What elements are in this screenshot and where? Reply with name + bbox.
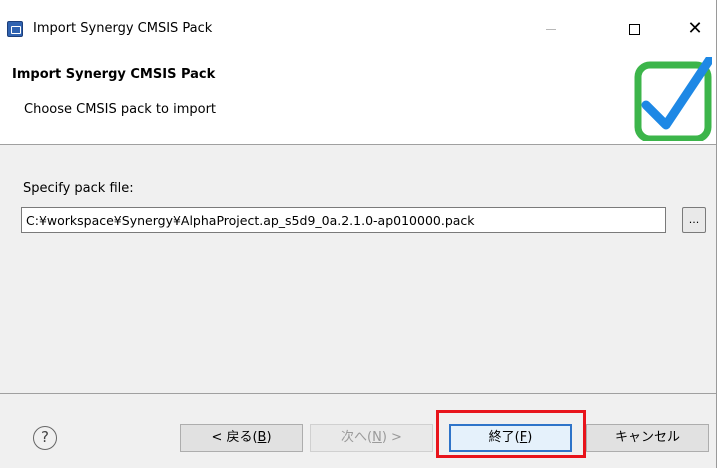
back-label-end: ) [266, 430, 272, 445]
next-label-end: ) > [381, 430, 402, 445]
pack-file-label: Specify pack file: [23, 181, 134, 196]
banner-description: Choose CMSIS pack to import [24, 102, 217, 117]
back-button[interactable]: < 戻る(B) [180, 424, 303, 452]
wizard-content: Specify pack file: ... [0, 145, 716, 393]
next-mnemonic: N [372, 430, 382, 445]
checkmark-logo [634, 57, 712, 141]
help-icon[interactable]: ? [33, 426, 57, 450]
eclipse-app-icon [7, 21, 23, 37]
close-icon: ✕ [687, 18, 703, 39]
import-dialog: Import Synergy CMSIS Pack ✕ Import Syner… [0, 0, 717, 468]
window-title: Import Synergy CMSIS Pack [33, 21, 213, 36]
cancel-button[interactable]: キャンセル [586, 424, 709, 452]
browse-button[interactable]: ... [682, 207, 706, 233]
maximize-button[interactable] [611, 10, 657, 48]
title-bar[interactable]: Import Synergy CMSIS Pack ✕ [0, 0, 716, 57]
maximize-icon [628, 23, 640, 35]
minimize-button[interactable] [528, 10, 574, 48]
wizard-footer: ? < 戻る(B) 次へ(N) > 終了(F) キャンセル [0, 393, 716, 468]
next-label: 次へ( [341, 430, 373, 445]
close-button[interactable]: ✕ [672, 10, 718, 48]
minimize-icon [546, 28, 556, 30]
finish-highlight-box [436, 410, 586, 458]
back-label: < 戻る( [211, 430, 258, 445]
banner-title: Import Synergy CMSIS Pack [12, 67, 216, 82]
next-button[interactable]: 次へ(N) > [310, 424, 433, 452]
wizard-banner: Import Synergy CMSIS Pack Choose CMSIS p… [0, 57, 716, 145]
pack-file-path-input[interactable] [21, 207, 666, 233]
